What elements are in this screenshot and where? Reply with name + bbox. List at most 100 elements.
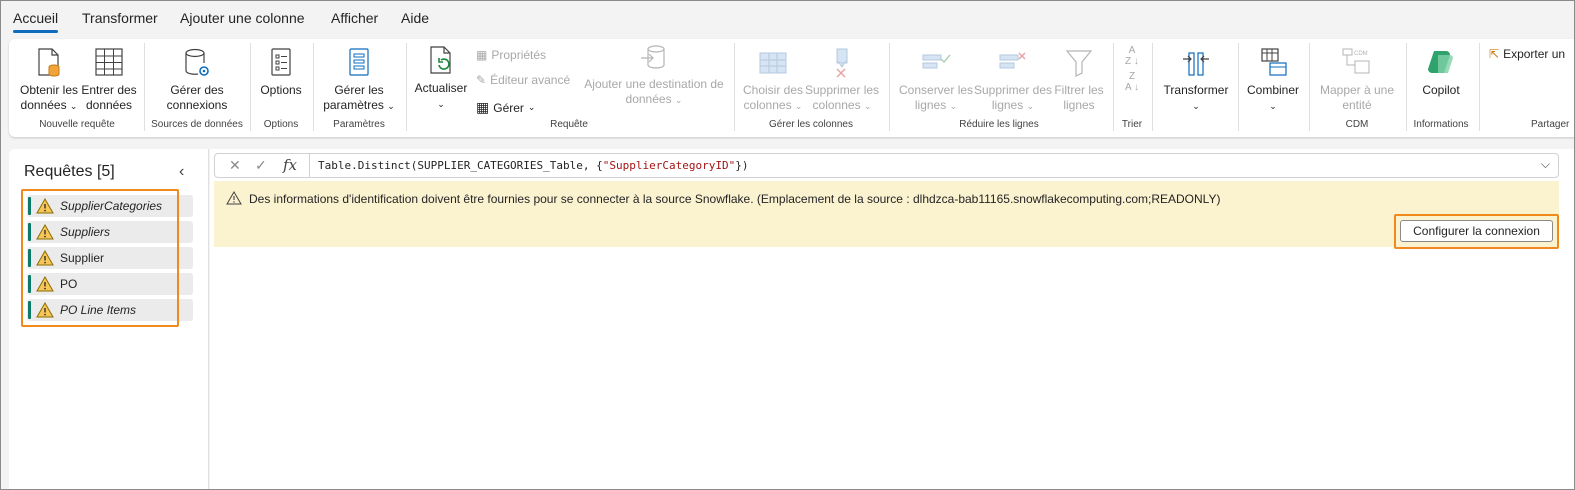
highlight-configure-box bbox=[1394, 214, 1559, 249]
get-data-label-2: données bbox=[20, 98, 67, 112]
queries-pane: Requêtes [5] ‹ SupplierCategories Suppli… bbox=[9, 149, 209, 489]
group-label-options: Options bbox=[263, 119, 299, 130]
ribbon-divider bbox=[144, 43, 145, 131]
options-label: Options bbox=[260, 83, 302, 97]
ribbon: Obtenir les données ⌄ Entrer des données… bbox=[9, 39, 1574, 137]
manage-parameters-label-1: Gérer les bbox=[334, 83, 384, 97]
ribbon-divider bbox=[1152, 43, 1153, 131]
enter-data-button[interactable]: Entrer des données bbox=[81, 47, 137, 113]
group-label-new-query: Nouvelle requête bbox=[39, 119, 115, 130]
chevron-down-icon: ⌄ bbox=[527, 102, 536, 112]
map-entity-label-2: entité bbox=[1342, 98, 1372, 112]
keep-rows-button[interactable]: Conserver les lignes ⌄ bbox=[899, 47, 973, 114]
tab-accueil[interactable]: Accueil bbox=[13, 10, 59, 33]
copilot-icon bbox=[1428, 51, 1453, 73]
export-button[interactable]: ⇱ Exporter un bbox=[1489, 47, 1565, 61]
filter-rows-button[interactable]: Filtrer les lignes bbox=[1053, 47, 1105, 113]
group-label-query: Requête bbox=[550, 119, 588, 130]
highlight-queries-box bbox=[21, 189, 179, 327]
map-entity-button[interactable]: CDM Mapper à une entité bbox=[1315, 47, 1399, 113]
remove-columns-button[interactable]: Supprimer les colonnes ⌄ bbox=[805, 47, 879, 114]
formula-input[interactable]: Table.Distinct(SUPPLIER_CATEGORIES_Table… bbox=[318, 159, 748, 172]
map-entity-icon: CDM bbox=[1342, 48, 1370, 74]
remove-columns-label-1: Supprimer les bbox=[805, 83, 880, 97]
export-icon: ⇱ bbox=[1489, 47, 1500, 61]
properties-button[interactable]: ▦ Propriétés bbox=[476, 48, 546, 62]
destination-icon bbox=[641, 45, 665, 69]
ribbon-divider bbox=[1238, 43, 1239, 131]
warning-message: Des informations d'identification doiven… bbox=[249, 192, 1221, 206]
remove-rows-label-1: Supprimer des bbox=[973, 83, 1053, 97]
ribbon-divider bbox=[889, 43, 890, 131]
transform-label: Transformer bbox=[1163, 83, 1229, 97]
chevron-down-icon[interactable]: ⌵ bbox=[1541, 157, 1550, 172]
sort-descending-icon: ZA ↓ bbox=[1125, 71, 1139, 93]
credentials-warning: Des informations d'identification doiven… bbox=[214, 181, 1559, 249]
copilot-label: Copilot bbox=[1422, 83, 1460, 97]
cancel-icon[interactable]: ✕ bbox=[229, 157, 241, 174]
manage-parameters-button[interactable]: Gérer les paramètres ⌄ bbox=[321, 47, 397, 114]
tab-aide[interactable]: Aide bbox=[401, 10, 429, 26]
choose-columns-icon bbox=[759, 52, 787, 74]
get-data-label-1: Obtenir les bbox=[19, 83, 79, 97]
remove-rows-button[interactable]: Supprimer des lignes ⌄ bbox=[973, 47, 1053, 114]
chevron-down-icon: ⌄ bbox=[387, 101, 395, 111]
chevron-down-icon: ⌄ bbox=[1192, 101, 1200, 111]
group-label-data-sources: Sources de données bbox=[151, 119, 243, 130]
fx-icon: fx bbox=[283, 156, 298, 174]
collapse-pane-icon[interactable]: ‹ bbox=[179, 163, 184, 181]
copilot-button[interactable]: Copilot bbox=[1413, 47, 1469, 98]
manage-connections-button[interactable]: Gérer des connexions bbox=[164, 47, 230, 113]
formula-string: "SupplierCategoryID" bbox=[602, 159, 736, 172]
warning-outline-icon bbox=[226, 191, 242, 205]
enter-data-label-2: données bbox=[85, 98, 133, 112]
editor-icon: ✎ bbox=[476, 73, 487, 87]
manage-connections-label-1: Gérer des bbox=[170, 83, 224, 97]
manage-parameters-label-2: paramètres bbox=[323, 98, 384, 112]
table-icon bbox=[95, 48, 123, 76]
transform-button[interactable]: Transformer ⌄ bbox=[1159, 47, 1233, 114]
add-destination-button[interactable]: Ajouter une destination de données ⌄ bbox=[581, 43, 727, 108]
remove-columns-label-2: colonnes bbox=[812, 98, 861, 112]
export-label: Exporter un bbox=[1503, 47, 1566, 61]
properties-label: Propriétés bbox=[491, 48, 547, 62]
options-button[interactable]: Options bbox=[259, 47, 303, 98]
tab-transformer[interactable]: Transformer bbox=[82, 10, 158, 26]
formula-prefix: Table.Distinct(SUPPLIER_CATEGORIES_Table… bbox=[318, 159, 603, 172]
sort-descending-button[interactable]: ZA ↓ bbox=[1121, 71, 1143, 93]
remove-rows-icon bbox=[999, 52, 1026, 69]
tab-afficher[interactable]: Afficher bbox=[331, 10, 378, 26]
get-data-button[interactable]: Obtenir les données ⌄ bbox=[19, 47, 79, 114]
advanced-editor-button[interactable]: ✎ Éditeur avancé bbox=[476, 73, 570, 87]
combine-label: Combiner bbox=[1246, 83, 1300, 97]
chevron-down-icon: ⌄ bbox=[437, 99, 445, 109]
keep-rows-label-1: Conserver les bbox=[899, 83, 974, 97]
chevron-down-icon: ⌄ bbox=[1269, 101, 1277, 111]
remove-columns-icon bbox=[836, 48, 848, 78]
choose-columns-button[interactable]: Choisir des colonnes ⌄ bbox=[741, 47, 805, 114]
filter-rows-label-1: Filtrer les bbox=[1054, 83, 1104, 97]
ribbon-divider bbox=[1309, 43, 1310, 131]
filter-icon bbox=[1065, 50, 1093, 77]
parameters-icon bbox=[349, 48, 369, 76]
ribbon-divider bbox=[313, 43, 314, 131]
sort-ascending-button[interactable]: AZ ↓ bbox=[1121, 45, 1143, 67]
map-entity-label-1: Mapper à une bbox=[1319, 83, 1395, 97]
ribbon-divider bbox=[734, 43, 735, 131]
manage-button[interactable]: ▦ Gérer ⌄ bbox=[476, 99, 535, 116]
manage-label: Gérer bbox=[493, 100, 524, 115]
chevron-down-icon: ⌄ bbox=[1026, 101, 1035, 111]
confirm-icon[interactable]: ✓ bbox=[255, 157, 267, 174]
chevron-down-icon: ⌄ bbox=[949, 101, 958, 111]
grid-icon: ▦ bbox=[476, 99, 490, 115]
enter-data-label-1: Entrer des bbox=[81, 83, 137, 97]
chevron-down-icon: ⌄ bbox=[69, 101, 78, 111]
cdm-badge-text: CDM bbox=[1354, 51, 1368, 57]
add-destination-label-1: Ajouter une destination de bbox=[584, 77, 724, 91]
group-label-info: Informations bbox=[1413, 119, 1469, 130]
combine-icon bbox=[1261, 48, 1287, 76]
formula-divider bbox=[309, 154, 310, 177]
tab-ajouter-colonne[interactable]: Ajouter une colonne bbox=[180, 10, 305, 26]
refresh-button[interactable]: Actualiser ⌄ bbox=[413, 45, 469, 112]
combine-button[interactable]: Combiner ⌄ bbox=[1243, 47, 1303, 114]
